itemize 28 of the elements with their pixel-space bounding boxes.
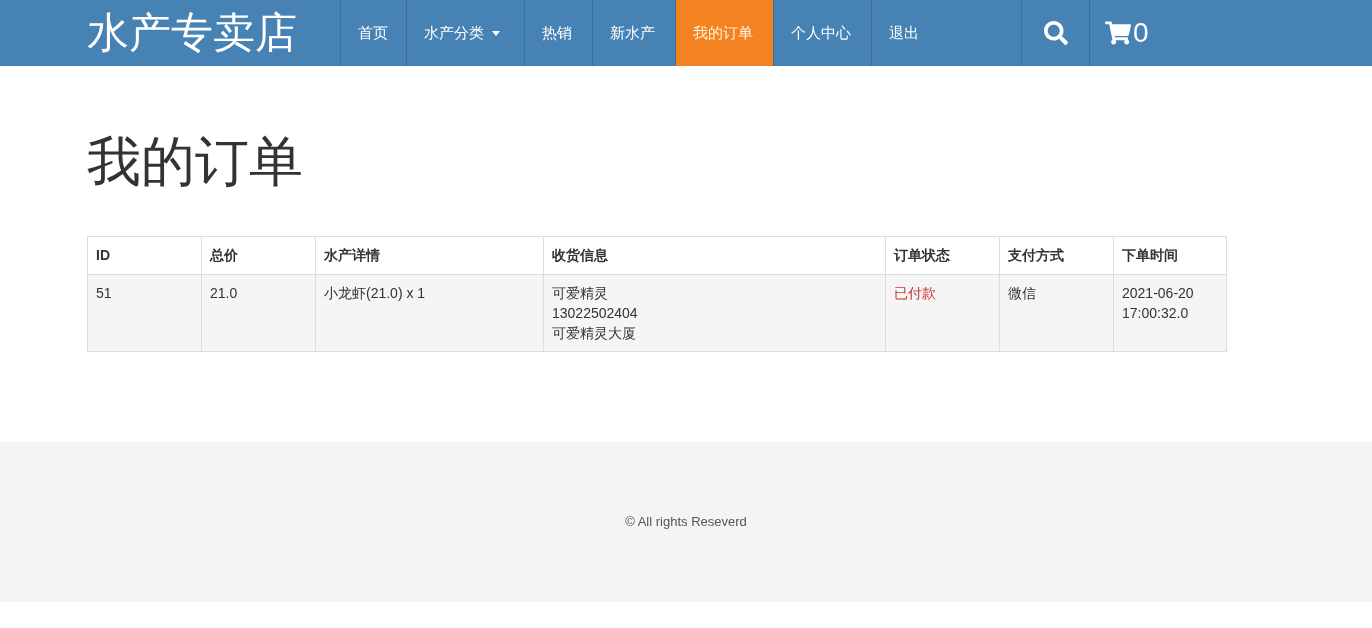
- nav-link[interactable]: 首页: [340, 0, 406, 66]
- column-header: 收货信息: [543, 236, 886, 275]
- column-header: 下单时间: [1113, 236, 1227, 275]
- column-header: ID: [87, 236, 202, 275]
- cart-icon: [1105, 20, 1131, 46]
- copyright-text: © All rights Reseverd: [625, 513, 747, 532]
- table-cell: 微信: [999, 274, 1114, 352]
- nav-link[interactable]: 我的订单: [675, 0, 773, 66]
- page-title: 我的订单: [87, 134, 304, 188]
- search-icon: [1043, 21, 1068, 45]
- cart-button[interactable]: 0: [1089, 0, 1164, 66]
- shipping-line: 13022502404: [552, 304, 639, 323]
- shipping-line: 可爱精灵大厦: [552, 324, 637, 343]
- table-cell: 2021-06-20 17:00:32.0: [1113, 274, 1227, 352]
- column-header: 支付方式: [999, 236, 1114, 275]
- nav-link[interactable]: 热销: [524, 0, 592, 66]
- table-cell: 51: [87, 274, 202, 352]
- table-cell: 21.0: [201, 274, 316, 352]
- column-header: 订单状态: [885, 236, 1000, 275]
- nav-link[interactable]: 退出: [871, 0, 1021, 66]
- nav-link[interactable]: 个人中心: [773, 0, 871, 66]
- status-cell: 已付款: [885, 274, 1000, 352]
- brand-title[interactable]: 水产专卖店: [87, 12, 297, 54]
- table-cell: 小龙虾(21.0) x 1: [315, 274, 544, 352]
- column-header: 总价: [201, 236, 316, 275]
- nav-link[interactable]: 水产分类: [406, 0, 524, 66]
- shipping-line: 可爱精灵: [552, 284, 609, 303]
- column-header: 水产详情: [315, 236, 544, 275]
